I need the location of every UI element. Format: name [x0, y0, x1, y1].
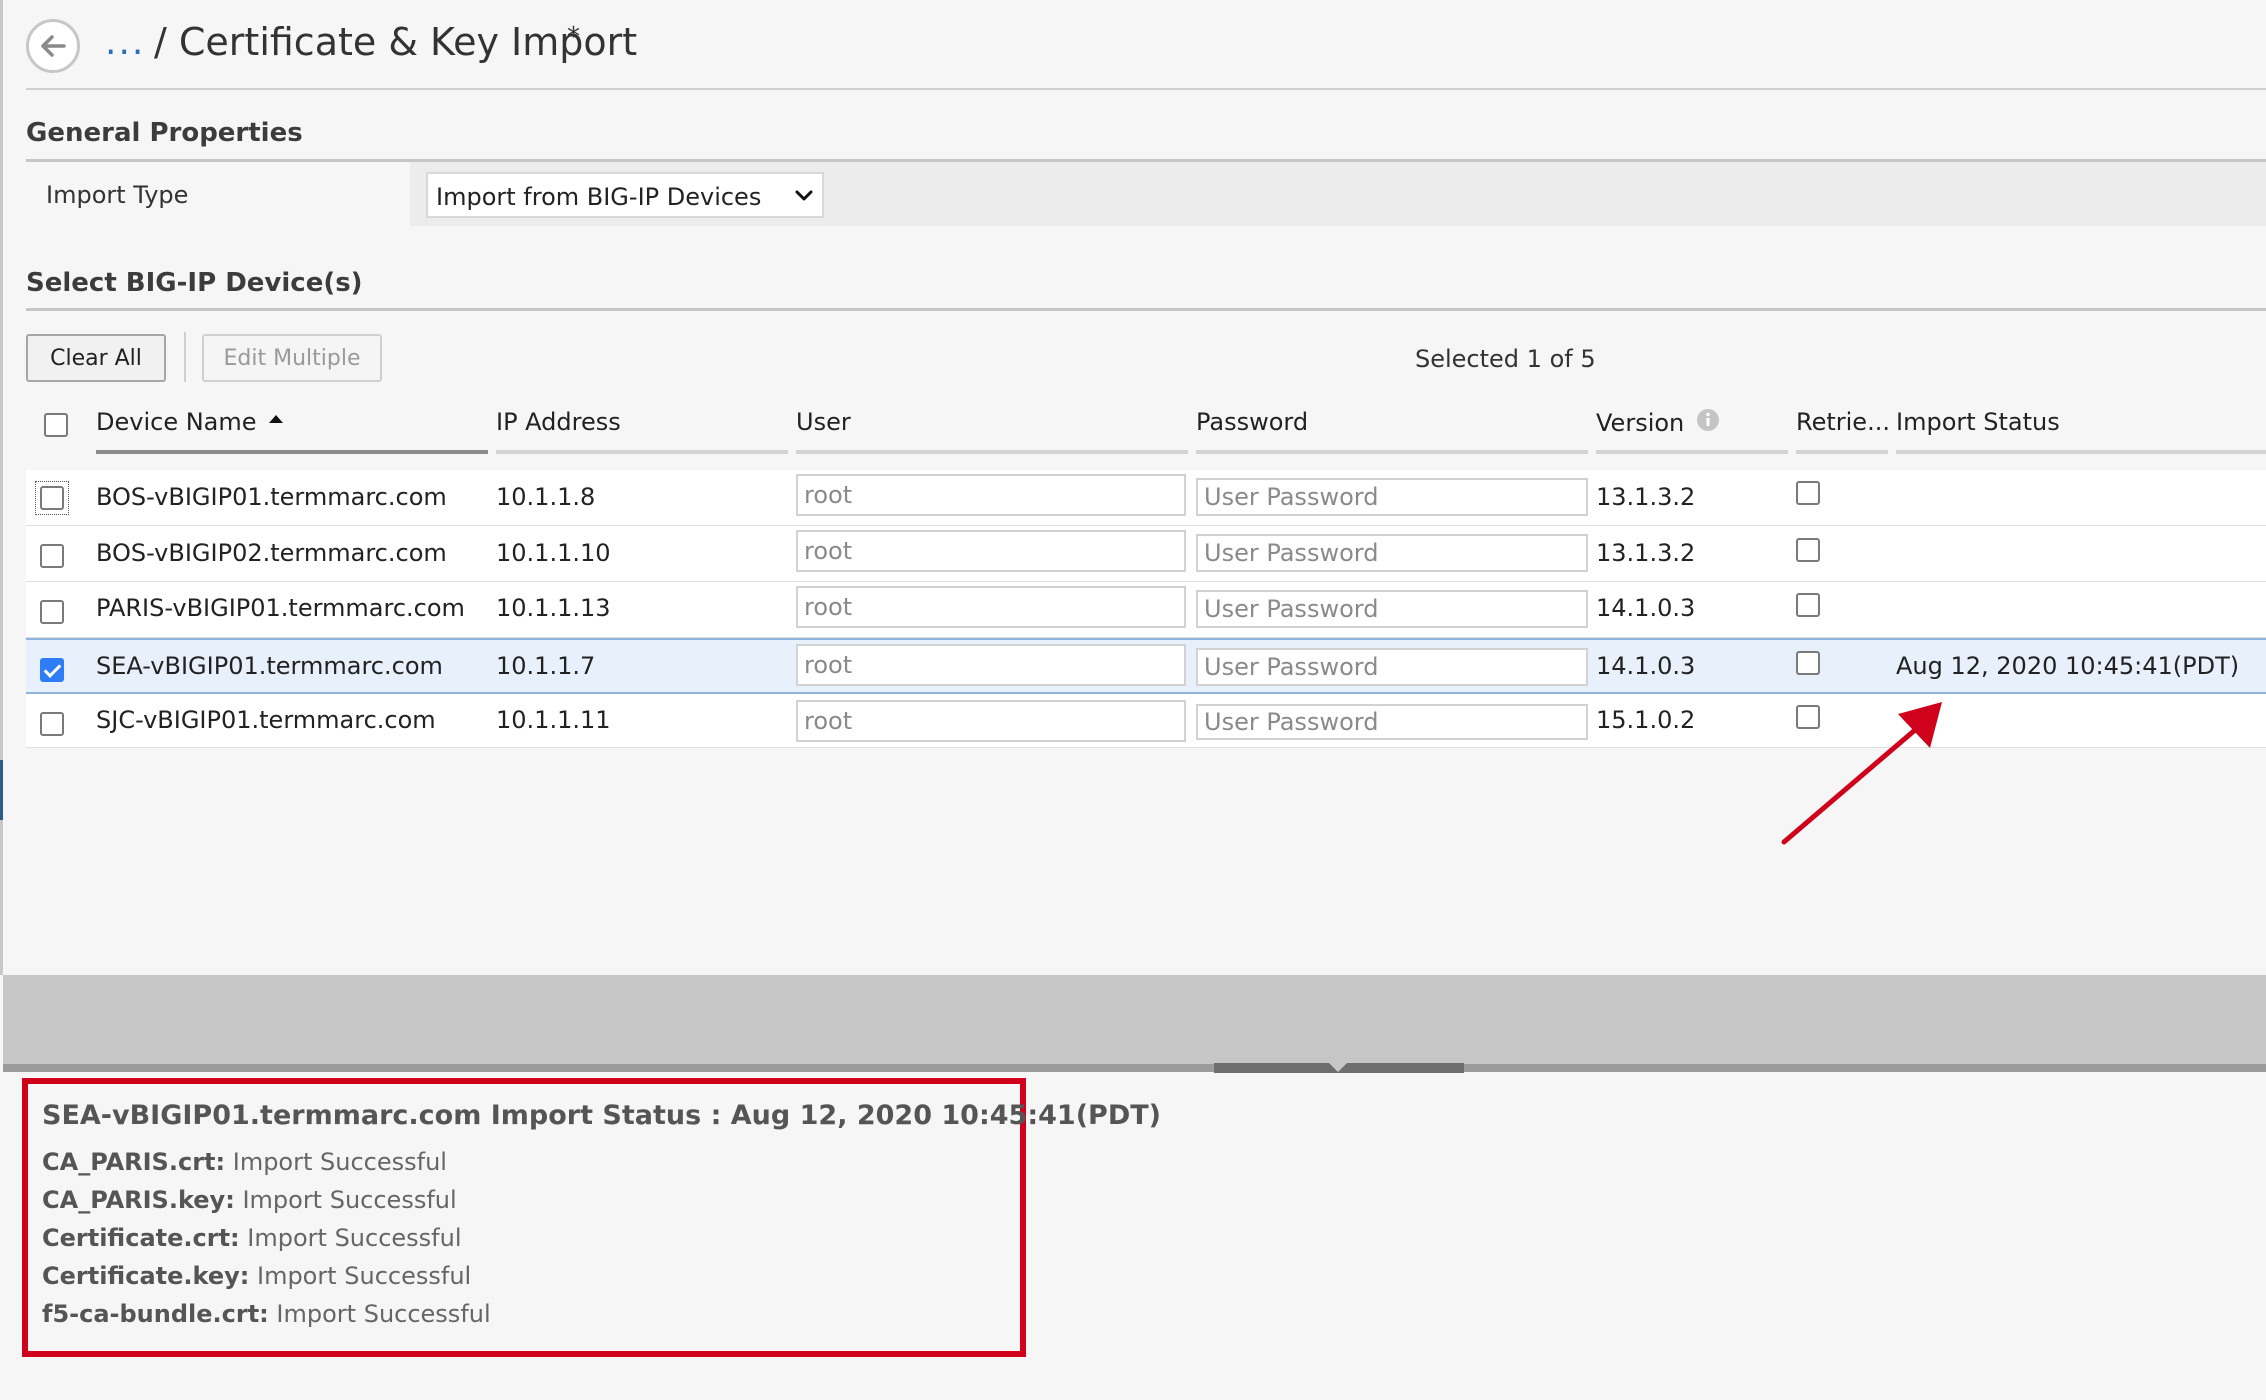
retrieve-checkbox[interactable] [1796, 593, 1820, 617]
user-input[interactable]: root [796, 474, 1186, 516]
info-icon[interactable] [1696, 408, 1720, 432]
toolbar-divider [184, 332, 186, 382]
import-result-file: Certificate.crt: [42, 1224, 240, 1252]
edit-multiple-button[interactable]: Edit Multiple [202, 334, 382, 382]
sort-ascending-icon [269, 415, 284, 423]
column-rule-version [1596, 450, 1788, 454]
column-header-user[interactable]: User [796, 408, 851, 436]
clear-all-button[interactable]: Clear All [26, 334, 166, 382]
table-row[interactable]: BOS-vBIGIP02.termmarc.com 10.1.1.10 root… [26, 526, 2266, 582]
column-header-password[interactable]: Password [1196, 408, 1308, 436]
import-result-file: Certificate.key: [42, 1262, 250, 1290]
unsaved-marker: * [567, 22, 580, 52]
pane-splitter-edge [3, 1064, 2266, 1072]
row-select-checkbox[interactable] [40, 486, 64, 510]
back-button[interactable] [26, 19, 80, 73]
version: 14.1.0.3 [1596, 594, 1696, 622]
row-select-checkbox[interactable] [40, 600, 64, 624]
column-rule-retrieve [1796, 450, 1888, 454]
column-header-device-name[interactable]: Device Name [96, 408, 284, 436]
ip-address: 10.1.1.11 [496, 706, 611, 734]
page-title: / Certificate & Key Import [154, 20, 638, 64]
password-input[interactable]: User Password [1196, 648, 1588, 686]
user-input[interactable]: root [796, 700, 1186, 742]
breadcrumb-ellipsis-link[interactable]: ... [105, 22, 145, 63]
pane-splitter[interactable] [3, 975, 2266, 1067]
red-arrow-icon [1781, 702, 1942, 845]
password-input[interactable]: User Password [1196, 478, 1588, 516]
table-row[interactable]: BOS-vBIGIP01.termmarc.com 10.1.1.8 root … [26, 470, 2266, 526]
import-type-label: Import Type [46, 181, 189, 209]
chevron-down-icon [795, 190, 813, 201]
ip-address: 10.1.1.8 [496, 483, 596, 511]
import-result-line: CA_PARIS.key: Import Successful [42, 1186, 457, 1214]
left-edge-rule [0, 0, 3, 975]
header-divider [26, 88, 2266, 90]
import-result-status: Import Successful [232, 1148, 447, 1176]
select-all-checkbox[interactable] [44, 413, 68, 437]
select-devices-heading: Select BIG-IP Device(s) [26, 268, 363, 298]
column-rule-password [1196, 450, 1588, 454]
device-name: SEA-vBIGIP01.termmarc.com [96, 652, 443, 680]
password-input[interactable]: User Password [1196, 590, 1588, 628]
column-rule-device-name [96, 450, 488, 454]
column-header-retrieve[interactable]: Retrie... [1796, 408, 1890, 436]
user-input[interactable]: root [796, 586, 1186, 628]
column-header-version-label: Version [1596, 409, 1685, 437]
device-name: BOS-vBIGIP02.termmarc.com [96, 539, 447, 567]
device-name: BOS-vBIGIP01.termmarc.com [96, 483, 447, 511]
row-select-checkbox[interactable] [40, 712, 64, 736]
column-header-device-name-label: Device Name [96, 408, 257, 436]
ip-address: 10.1.1.13 [496, 594, 611, 622]
import-type-label-cell: Import Type [26, 162, 410, 226]
column-rule-ip [496, 450, 788, 454]
import-result-status: Import Successful [247, 1224, 462, 1252]
import-result-file: CA_PARIS.crt: [42, 1148, 226, 1176]
row-select-checkbox-checked[interactable] [40, 658, 64, 682]
version: 15.1.0.2 [1596, 706, 1696, 734]
import-result-line: Certificate.key: Import Successful [42, 1262, 471, 1290]
user-input[interactable]: root [796, 530, 1186, 572]
import-result-status: Import Successful [256, 1262, 472, 1290]
device-name: SJC-vBIGIP01.termmarc.com [96, 706, 436, 734]
import-result-file: f5-ca-bundle.crt: [42, 1300, 269, 1328]
device-name: PARIS-vBIGIP01.termmarc.com [96, 594, 465, 622]
column-header-ip[interactable]: IP Address [496, 408, 621, 436]
import-result-status: Import Successful [242, 1186, 457, 1214]
ip-address: 10.1.1.7 [496, 652, 596, 680]
select-devices-rule [26, 308, 2266, 311]
back-arrow-icon [41, 35, 66, 57]
column-header-import-status[interactable]: Import Status [1896, 408, 2060, 436]
password-input[interactable]: User Password [1196, 534, 1588, 572]
version: 13.1.3.2 [1596, 483, 1696, 511]
general-properties-heading: General Properties [26, 118, 303, 148]
column-rule-import-status [1896, 450, 2266, 454]
import-result-line: CA_PARIS.crt: Import Successful [42, 1148, 447, 1176]
left-edge-marker [0, 760, 3, 820]
retrieve-checkbox[interactable] [1796, 481, 1820, 505]
import-status-title: SEA-vBIGIP01.termmarc.com Import Status … [42, 1100, 1162, 1131]
import-status: Aug 12, 2020 10:45:41(PDT) [1896, 652, 2240, 680]
import-result-line: Certificate.crt: Import Successful [42, 1224, 462, 1252]
column-header-version[interactable]: Version [1596, 408, 1720, 437]
ip-address: 10.1.1.10 [496, 539, 611, 567]
retrieve-checkbox[interactable] [1796, 651, 1820, 675]
password-input[interactable]: User Password [1196, 704, 1588, 740]
table-row[interactable]: PARIS-vBIGIP01.termmarc.com 10.1.1.13 ro… [26, 582, 2266, 638]
selected-count: Selected 1 of 5 [1415, 345, 1596, 373]
version: 14.1.0.3 [1596, 652, 1696, 680]
import-result-status: Import Successful [276, 1300, 491, 1328]
import-type-select[interactable]: Import from BIG-IP Devices [426, 172, 824, 218]
import-type-row: Import Type Import from BIG-IP Devices [26, 162, 2266, 226]
version: 13.1.3.2 [1596, 539, 1696, 567]
user-input[interactable]: root [796, 644, 1186, 686]
column-rule-user [796, 450, 1188, 454]
retrieve-checkbox[interactable] [1796, 538, 1820, 562]
import-type-value: Import from BIG-IP Devices [436, 183, 762, 211]
row-select-checkbox[interactable] [40, 544, 64, 568]
pane-splitter-notch [1328, 1062, 1348, 1072]
import-result-line: f5-ca-bundle.crt: Import Successful [42, 1300, 491, 1328]
import-result-file: CA_PARIS.key: [42, 1186, 235, 1214]
table-row-selected[interactable]: SEA-vBIGIP01.termmarc.com 10.1.1.7 root … [26, 638, 2266, 694]
